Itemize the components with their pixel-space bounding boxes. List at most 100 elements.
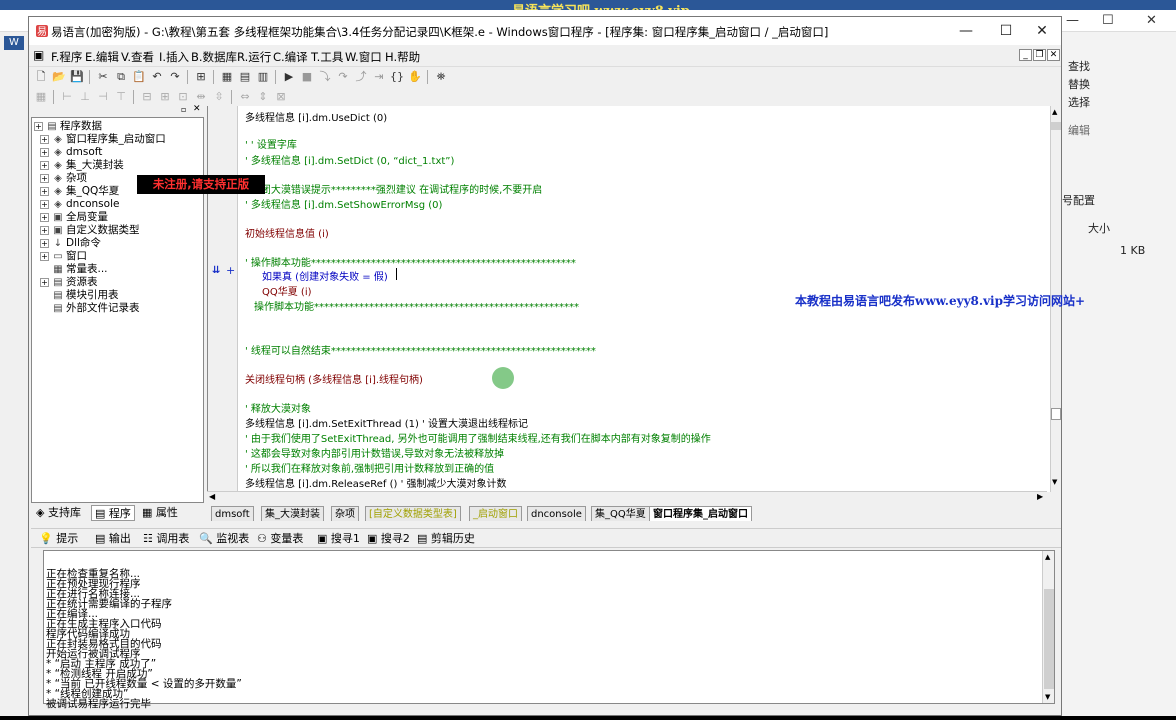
code-horizontal-scrollbar[interactable]: ◀ ▶	[207, 491, 1047, 503]
document-tab[interactable]: 杂项	[331, 506, 359, 521]
stop-icon[interactable]: ■	[299, 69, 315, 85]
menu-program[interactable]: F.程序	[51, 49, 82, 65]
tree-item[interactable]: + ◈ 窗口程序集_启动窗口	[40, 133, 166, 146]
space-horizontal-icon[interactable]: ⇹	[193, 89, 209, 105]
undo-icon[interactable]: ↶	[149, 69, 165, 85]
code-line[interactable]: ' 释放大漠对象	[245, 400, 311, 415]
tree-item[interactable]: + ◈ 集_QQ华夏	[40, 185, 119, 198]
mdi-restore-icon[interactable]: ❐	[1033, 49, 1046, 61]
tab-clip-history[interactable]: ▤ 剪辑历史	[417, 531, 475, 547]
code-line[interactable]: ' 关闭大漠错误提示*********强烈建议 在调试程序的时候,不要开启	[245, 181, 542, 196]
minimize-button[interactable]: —	[947, 17, 985, 45]
scroll-thumb[interactable]	[1051, 122, 1061, 130]
same-size-icon[interactable]: ⊡	[175, 89, 191, 105]
space-vertical-icon[interactable]: ⇳	[211, 89, 227, 105]
tab-hint[interactable]: 💡 提示	[39, 531, 78, 547]
center-horizontal-icon[interactable]: ⇔	[237, 89, 253, 105]
tree-item[interactable]: + ◈ 杂项	[40, 172, 87, 185]
document-tab[interactable]: _启动窗口	[469, 506, 522, 521]
new-file-icon[interactable]: 🗋	[33, 69, 49, 85]
tab-support-library[interactable]: ◈ 支持库	[33, 505, 84, 521]
menu-run[interactable]: R.运行	[237, 49, 271, 65]
scroll-up-icon[interactable]: ▲	[1045, 553, 1050, 561]
code-line[interactable]: 关闭线程句柄 (多线程信息 [i].线程句柄)	[245, 371, 423, 386]
document-tab[interactable]: dnconsole	[527, 506, 586, 521]
tree-item[interactable]: + ◈ dnconsole	[40, 198, 119, 211]
mdi-minimize-icon[interactable]: _	[1019, 49, 1032, 61]
expand-plus-icon[interactable]: +	[226, 264, 235, 277]
breakpoint-icon[interactable]: {}	[389, 69, 405, 85]
menu-tools[interactable]: T.工具	[311, 49, 343, 65]
tab-properties[interactable]: ▦ 属性	[139, 505, 181, 521]
tree-item[interactable]: + ▣ 自定义数据类型	[40, 224, 140, 237]
code-line[interactable]: 多线程信息 [i].dm.UseDict (0)	[245, 109, 387, 124]
scroll-left-icon[interactable]: ◀	[209, 492, 215, 501]
align-right-icon[interactable]: ⊣	[95, 89, 111, 105]
bg-replace-label[interactable]: 替换	[1068, 76, 1090, 92]
tab-call-table[interactable]: ☷ 调用表	[143, 531, 189, 547]
tree-item[interactable]: + ▤ 程序数据	[34, 120, 102, 133]
menu-compile[interactable]: C.编译	[273, 49, 308, 65]
tree-item[interactable]: + ▭ 窗口	[40, 250, 87, 263]
tree-item[interactable]: + ↓ Dll命令	[40, 237, 101, 250]
code-line[interactable]: ' 线程可以自然结束******************************…	[245, 342, 596, 357]
document-tab[interactable]: 窗口程序集_启动窗口	[649, 506, 752, 521]
expand-icon[interactable]: +	[40, 134, 49, 144]
bg-maximize-icon[interactable]: ☐	[1102, 13, 1114, 28]
scroll-down-icon[interactable]: ▼	[1052, 478, 1057, 486]
document-tab[interactable]: [自定义数据类型表]	[365, 506, 461, 521]
copy-icon[interactable]: ⧉	[113, 69, 129, 85]
run-icon[interactable]: ▶	[281, 69, 297, 85]
expand-icon[interactable]: +	[40, 147, 49, 157]
code-line[interactable]: 多线程信息 [i].dm.ReleaseRef () ' 强制减少大漠对象计数	[245, 475, 507, 490]
layout-3-icon[interactable]: ▥	[255, 69, 271, 85]
align-center-icon[interactable]: ⊥	[77, 89, 93, 105]
expand-icon[interactable]: +	[40, 225, 49, 235]
same-height-icon[interactable]: ⊞	[157, 89, 173, 105]
find-icon[interactable]: ⊞	[193, 69, 209, 85]
code-line[interactable]: ' 所以我们在释放对象前,强制把引用计数释放到正确的值	[245, 460, 494, 475]
bg-minimize-icon[interactable]: —	[1066, 13, 1079, 28]
tab-program[interactable]: ▤ 程序	[91, 505, 135, 521]
tree-item[interactable]: ▤ 外部文件记录表	[40, 302, 139, 315]
code-line[interactable]: 如果真 (创建对象失败 = 假)	[262, 268, 388, 283]
run-to-cursor-icon[interactable]: ⇥	[371, 69, 387, 85]
expand-icon[interactable]: +	[40, 199, 49, 209]
tree-close-icon[interactable]: ✕	[193, 104, 201, 114]
step-over-icon[interactable]: ↷	[335, 69, 351, 85]
expand-icon[interactable]: +	[40, 160, 49, 170]
tree-item[interactable]: + ▤ 资源表	[40, 276, 98, 289]
tree-item[interactable]: + ◈ 集_大漠封装	[40, 159, 124, 172]
code-line[interactable]: ' 多线程信息 [i].dm.SetDict (0, “dict_1.txt”)	[245, 152, 454, 167]
expand-icon[interactable]: +	[40, 186, 49, 196]
bg-find-label[interactable]: 查找	[1068, 58, 1090, 74]
open-file-icon[interactable]: 📂	[51, 69, 67, 85]
code-line[interactable]: QQ华夏 (i)	[262, 283, 312, 298]
same-width-icon[interactable]: ⊟	[139, 89, 155, 105]
tree-item[interactable]: ▦ 常量表...	[40, 263, 107, 276]
expand-icon[interactable]: +	[40, 212, 49, 222]
bg-select-label[interactable]: 选择	[1068, 94, 1090, 110]
code-line[interactable]: ' 操作脚本功能********************************…	[245, 254, 576, 269]
document-tab[interactable]: 集_QQ华夏	[591, 506, 650, 521]
code-line[interactable]: ' 由于我们使用了SetExitThread, 另外也可能调用了强制结束线程,还…	[245, 430, 711, 445]
menu-view[interactable]: V.查看	[121, 49, 154, 65]
code-line[interactable]: 多线程信息 [i].dm.SetExitThread (1) ' 设置大漠退出线…	[245, 415, 528, 430]
menu-window[interactable]: W.窗口	[345, 49, 382, 65]
output-vertical-scrollbar[interactable]: ▲ ▼	[1042, 551, 1054, 703]
code-line[interactable]: ' ' 设置字库	[245, 136, 297, 151]
scroll-right-icon[interactable]: ▶	[1037, 492, 1043, 501]
align-left-icon[interactable]: ⊢	[59, 89, 75, 105]
scroll-up-icon[interactable]: ▲	[1052, 108, 1057, 116]
hand-icon[interactable]: ✋	[407, 69, 423, 85]
output-panel[interactable]: 正在检查重复名称... 正在预处理现行程序 正在进行名称连接... 正在统计需要编译的…	[43, 550, 1055, 709]
expand-icon[interactable]: +	[34, 121, 43, 131]
redo-icon[interactable]: ↷	[167, 69, 183, 85]
cut-icon[interactable]: ✂	[95, 69, 111, 85]
lock-controls-icon[interactable]: ⊠	[273, 89, 289, 105]
scroll-thumb[interactable]	[1044, 589, 1054, 689]
code-line[interactable]: 操作脚本功能**********************************…	[254, 298, 579, 313]
tree-item[interactable]: + ◈ dmsoft	[40, 146, 102, 159]
menu-edit[interactable]: E.编辑	[85, 49, 119, 65]
maximize-button[interactable]: ☐	[987, 17, 1025, 45]
